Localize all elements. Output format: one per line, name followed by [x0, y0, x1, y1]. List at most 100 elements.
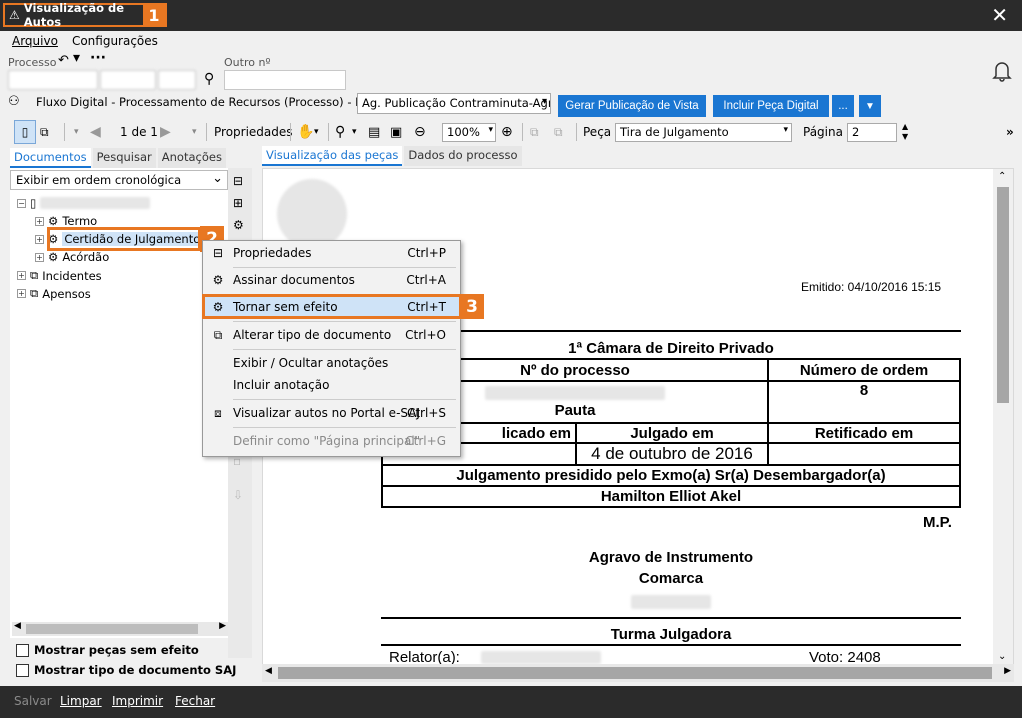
scrollbar-thumb[interactable] — [278, 667, 992, 679]
paste-icon[interactable]: ⧉ — [554, 120, 563, 144]
menu-item-pagina-principal[interactable]: Definir como "Página principal" Ctrl+G — [203, 430, 460, 452]
pagina-input[interactable]: 2 — [847, 123, 897, 142]
scroll-down-icon[interactable]: ⌄ — [998, 651, 1006, 662]
scroll-right-icon[interactable]: ▶ — [219, 621, 226, 631]
order-select[interactable]: Exibir em ordem cronológica ⌄ — [10, 170, 228, 190]
chk-sem-efeito[interactable]: Mostrar peças sem efeito — [16, 643, 199, 657]
chevron-down-icon[interactable]: ▾ — [314, 120, 319, 144]
menu-item-incluir-anotacao[interactable]: Incluir anotação — [203, 374, 460, 396]
scroll-left-icon[interactable]: ◀ — [265, 666, 272, 676]
relator-blurred — [481, 651, 601, 664]
imprimir-button[interactable]: Imprimir — [112, 694, 163, 708]
outro-numero-input[interactable] — [224, 70, 346, 90]
tree-item-apensos[interactable]: + ⧉ Apensos — [17, 286, 91, 301]
back-arrow-icon[interactable]: ↶ — [58, 53, 69, 68]
scroll-right-icon[interactable]: ▶ — [1004, 666, 1011, 676]
fit-page-icon[interactable]: ▣ — [390, 120, 402, 144]
processo-field-2[interactable] — [100, 70, 156, 90]
next-page-icon[interactable]: ▶ — [160, 120, 171, 144]
menu-item-exibir-anotacoes[interactable]: Exibir / Ocultar anotações — [203, 352, 460, 374]
propriedades-button[interactable]: Propriedades — [214, 120, 293, 144]
menu-item-propriedades[interactable]: ⊟ Propriedades Ctrl+P — [203, 242, 460, 264]
menu-configuracoes[interactable]: Configurações — [72, 34, 158, 52]
zoom-out-icon[interactable]: ⊖ — [414, 120, 426, 144]
menu-item-assinar[interactable]: ⚙ Assinar documentos Ctrl+A — [203, 269, 460, 291]
fit-width-icon[interactable]: ▤ — [368, 120, 380, 144]
collapse-icon[interactable]: − — [17, 198, 26, 208]
expand-icon[interactable]: + — [35, 234, 44, 244]
chevron-down-icon[interactable]: ▾ — [542, 96, 547, 107]
tab-documentos[interactable]: Documentos — [10, 148, 91, 168]
move-down-icon[interactable]: ⇩ — [233, 488, 243, 502]
left-horizontal-scrollbar[interactable]: ◀ ▶ — [12, 621, 228, 636]
zoom-tool-icon[interactable]: ⚲ — [335, 120, 345, 144]
process-number-blurred — [40, 197, 151, 209]
more-icon[interactable]: ··· — [90, 50, 106, 66]
zoom-select[interactable]: 100% ▾ — [442, 123, 496, 142]
checkbox[interactable] — [16, 663, 29, 677]
fila-select[interactable]: Ag. Publicação Contraminuta-Agr — [357, 93, 551, 114]
viewer-vertical-scrollbar[interactable]: ⌃ ⌄ — [993, 169, 1013, 664]
checkbox[interactable] — [16, 643, 29, 657]
menu-item-shortcut: Ctrl+P — [407, 246, 446, 260]
voto-text: Voto: 2408 — [809, 649, 881, 664]
previous-page-icon[interactable]: ◀ — [90, 120, 101, 144]
tree-item-acordao[interactable]: + ⚙ Acórdão — [35, 250, 109, 264]
list-view-icon[interactable]: ⊞ — [233, 196, 243, 210]
comarca-blurred — [631, 595, 711, 609]
close-icon[interactable]: ✕ — [991, 5, 1008, 25]
search-icon[interactable]: ⚲ — [204, 71, 214, 87]
copy-icon[interactable]: ⧉ — [530, 120, 539, 144]
multi-document-icon[interactable]: ⧉ — [40, 120, 49, 144]
tab-anotacoes[interactable]: Anotações — [157, 148, 226, 168]
num-ordem-header: Número de ordem — [767, 358, 961, 382]
scroll-left-icon[interactable]: ◀ — [14, 621, 21, 631]
hand-tool-icon[interactable]: ✋ — [297, 120, 314, 144]
dropdown-arrow-button[interactable]: ▼ — [859, 95, 881, 117]
expand-icon[interactable]: + — [35, 252, 44, 262]
scroll-up-icon[interactable]: ⌃ — [998, 171, 1006, 182]
expand-icon[interactable]: + — [35, 216, 44, 226]
processo-field-3[interactable] — [158, 70, 196, 90]
retificado-em-header: Retificado em — [767, 422, 961, 444]
bell-icon[interactable] — [992, 60, 1012, 82]
salvar-button[interactable]: Salvar — [14, 694, 52, 708]
tab-dados[interactable]: Dados do processo — [404, 146, 522, 166]
tree-item-incidentes[interactable]: + ⧉ Incidentes — [17, 268, 102, 283]
tree-item-termo-label: Termo — [62, 214, 98, 228]
processo-field-1[interactable] — [8, 70, 98, 90]
tree-root[interactable]: − ▯ — [17, 196, 151, 210]
incluir-peca-button[interactable]: Incluir Peça Digital — [713, 95, 829, 117]
tab-visualizacao[interactable]: Visualização das peças — [262, 146, 403, 166]
menu-item-alterar-tipo[interactable]: ⧉ Alterar tipo de documento Ctrl+O — [203, 324, 460, 346]
chevron-down-icon[interactable]: ▾ — [352, 120, 357, 144]
expand-icon[interactable]: + — [17, 271, 26, 280]
processo-label: Processo — [8, 56, 57, 69]
gerar-publicacao-button[interactable]: Gerar Publicação de Vista — [558, 95, 706, 117]
viewer-horizontal-scrollbar[interactable]: ◀ ▶ — [262, 664, 1014, 682]
limpar-button[interactable]: Limpar — [60, 694, 102, 708]
fechar-button[interactable]: Fechar — [175, 694, 215, 708]
zoom-in-icon[interactable]: ⊕ — [501, 120, 513, 144]
expand-icon[interactable]: + — [17, 289, 26, 298]
pagina-spinner[interactable]: ▲ ▼ — [902, 122, 908, 142]
scrollbar-thumb[interactable] — [997, 187, 1009, 403]
scrollbar-thumb[interactable] — [26, 624, 198, 634]
chevron-down-icon[interactable]: ▾ — [74, 120, 79, 144]
more-actions-button[interactable]: ... — [832, 95, 854, 117]
peca-select[interactable]: Tira de Julgamento ▾ — [615, 123, 792, 142]
document-view-icon[interactable]: ▯ — [14, 120, 36, 144]
menu-item-label: Visualizar autos no Portal e-SAJ — [233, 406, 420, 420]
chk-tipo-doc[interactable]: Mostrar tipo de documento SAJ — [16, 663, 236, 677]
chevron-down-icon[interactable]: ▾ — [73, 50, 80, 66]
menu-arquivo[interactable]: Arquivo — [12, 34, 58, 52]
certificate-icon[interactable]: ⚙ — [233, 218, 244, 232]
overflow-icon[interactable]: » — [1006, 120, 1014, 144]
tab-pesquisar[interactable]: Pesquisar — [92, 148, 156, 168]
menu-item-label: Exibir / Ocultar anotações — [233, 356, 389, 370]
chevron-down-icon[interactable]: ▾ — [192, 120, 197, 144]
workflow-icon: ⚇ — [8, 94, 20, 109]
tree-item-termo[interactable]: + ⚙ Termo — [35, 214, 97, 228]
tree-view-icon[interactable]: ⊟ — [233, 174, 243, 188]
menu-item-portal-esaj[interactable]: ⧈ Visualizar autos no Portal e-SAJ Ctrl+… — [203, 402, 460, 424]
